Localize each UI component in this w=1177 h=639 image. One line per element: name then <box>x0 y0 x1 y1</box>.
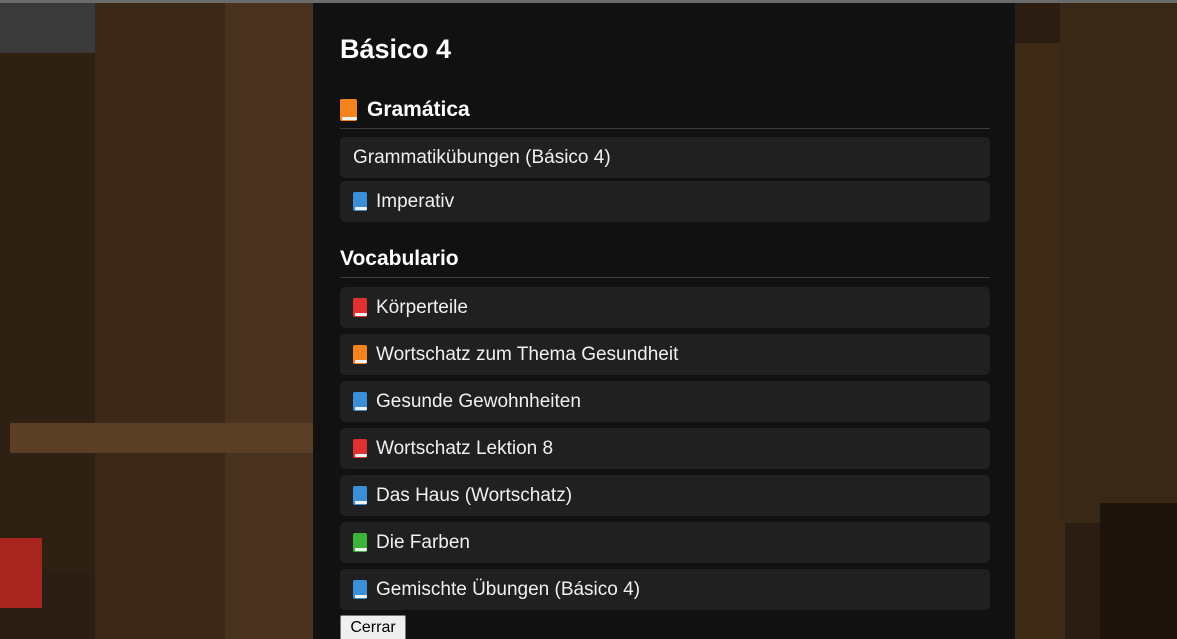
green-book-icon <box>353 533 367 552</box>
red-book-icon <box>353 439 367 458</box>
background-red-object <box>0 538 42 608</box>
list-item-label: Wortschatz zum Thema Gesundheit <box>376 343 679 365</box>
background-wall <box>0 3 100 53</box>
blue-book-icon <box>353 486 367 505</box>
list-item-wortschatz-lektion-8[interactable]: Wortschatz Lektion 8 <box>340 428 990 469</box>
list-item-wortschatz-gesundheit[interactable]: Wortschatz zum Thema Gesundheit <box>340 334 990 375</box>
blue-book-icon <box>353 392 367 411</box>
list-item-label: Imperativ <box>376 190 455 212</box>
list-item-gesunde-gewohnheiten[interactable]: Gesunde Gewohnheiten <box>340 381 990 422</box>
list-item-imperativ[interactable]: Imperativ <box>340 181 990 222</box>
background-wood-panel <box>0 53 110 573</box>
list-item-das-haus[interactable]: Das Haus (Wortschatz) <box>340 475 990 516</box>
close-button[interactable]: Cerrar <box>340 615 406 639</box>
list-item-gemischte-uebungen[interactable]: Gemischte Übungen (Básico 4) <box>340 569 990 610</box>
background-wood-shadow <box>1100 503 1177 639</box>
blue-book-icon <box>353 580 367 599</box>
list-item-label: Die Farben <box>376 531 470 553</box>
list-item-label: Grammatikübungen (Básico 4) <box>353 146 611 168</box>
list-item-grammatikuebungen[interactable]: Grammatikübungen (Básico 4) <box>340 137 990 178</box>
orange-book-icon <box>353 345 367 364</box>
orange-book-icon <box>340 99 357 121</box>
section-title-gramatica: Gramática <box>340 98 990 129</box>
list-item-die-farben[interactable]: Die Farben <box>340 522 990 563</box>
list-item-label: Wortschatz Lektion 8 <box>376 437 554 459</box>
background-wood-panel <box>1015 43 1065 639</box>
blue-book-icon <box>353 192 367 211</box>
lesson-panel: Básico 4 Gramática Grammatikübungen (Bás… <box>317 3 1012 639</box>
list-item-label: Das Haus (Wortschatz) <box>376 484 573 506</box>
section-title-vocabulario: Vocabulario <box>340 247 990 278</box>
section-title-label: Vocabulario <box>340 247 459 270</box>
section-title-label: Gramática <box>367 98 470 121</box>
background-wood-panel <box>95 3 235 639</box>
background-wood-panel <box>225 3 315 639</box>
list-item-koerperteile[interactable]: Körperteile <box>340 287 990 328</box>
background-wood-panel <box>1060 3 1177 523</box>
red-book-icon <box>353 298 367 317</box>
list-item-label: Gesunde Gewohnheiten <box>376 390 581 412</box>
panel-title: Básico 4 <box>340 34 452 64</box>
list-item-label: Körperteile <box>376 296 468 318</box>
background-shelf <box>10 423 315 453</box>
list-item-label: Gemischte Übungen (Básico 4) <box>376 578 641 600</box>
